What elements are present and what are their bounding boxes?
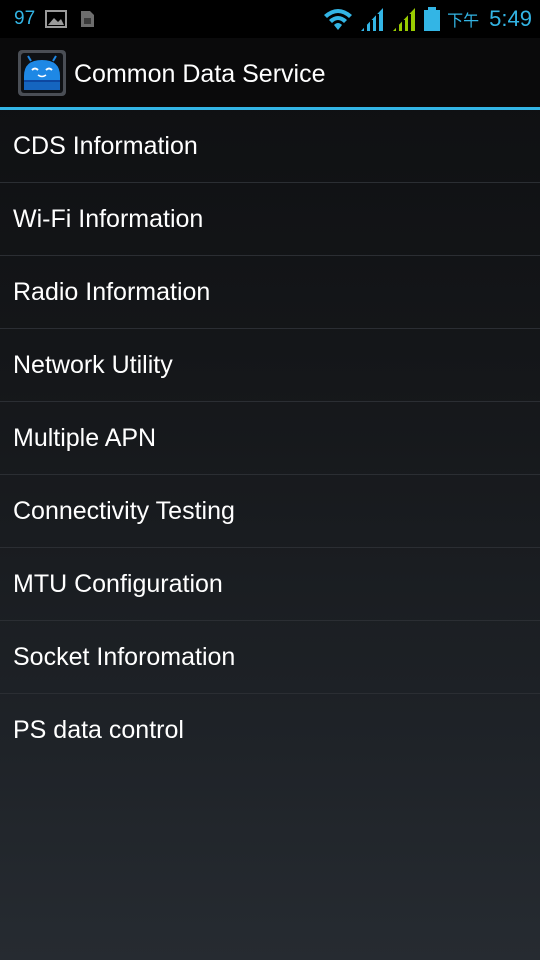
status-ampm: 下午 (447, 13, 480, 30)
menu-list: CDS Information Wi-Fi Information Radio … (0, 110, 540, 766)
list-item-label: CDS Information (13, 131, 198, 160)
list-item-label: Wi-Fi Information (13, 204, 204, 233)
list-item-label: MTU Configuration (13, 569, 223, 598)
list-item-network-utility[interactable]: Network Utility (0, 329, 540, 402)
list-item-multiple-apn[interactable]: Multiple APN (0, 402, 540, 475)
list-item-cds-information[interactable]: CDS Information (0, 110, 540, 183)
screen: 97 下午 5:49 Common Data Service CDS Infor… (0, 0, 540, 960)
app-robot-icon[interactable] (18, 50, 66, 96)
status-bar: 97 下午 5:49 (0, 0, 540, 38)
list-item-connectivity-testing[interactable]: Connectivity Testing (0, 475, 540, 548)
list-item-label: Connectivity Testing (13, 496, 235, 525)
status-bar-right: 下午 5:49 (323, 0, 532, 38)
status-bar-left: 97 (14, 0, 97, 38)
wifi-icon (324, 9, 353, 30)
sim-card-icon (81, 11, 95, 27)
list-item-wifi-information[interactable]: Wi-Fi Information (0, 183, 540, 256)
battery-icon (424, 7, 441, 31)
list-item-radio-information[interactable]: Radio Information (0, 256, 540, 329)
list-item-socket-information[interactable]: Socket Inforomation (0, 621, 540, 694)
list-item-mtu-configuration[interactable]: MTU Configuration (0, 548, 540, 621)
list-item-ps-data-control[interactable]: PS data control (0, 694, 540, 766)
status-time: 5:49 (489, 6, 532, 31)
gallery-icon (45, 10, 68, 28)
signal-strength-icon-1 (361, 8, 384, 31)
action-bar: Common Data Service (0, 38, 540, 107)
list-item-label: Multiple APN (13, 423, 157, 452)
list-item-label: Radio Information (13, 277, 211, 306)
page-title: Common Data Service (74, 60, 326, 88)
list-item-label: Socket Inforomation (13, 642, 236, 671)
list-item-label: PS data control (13, 715, 184, 744)
signal-strength-icon-2 (393, 8, 416, 31)
notification-count: 97 (14, 8, 36, 29)
list-item-label: Network Utility (13, 350, 173, 379)
